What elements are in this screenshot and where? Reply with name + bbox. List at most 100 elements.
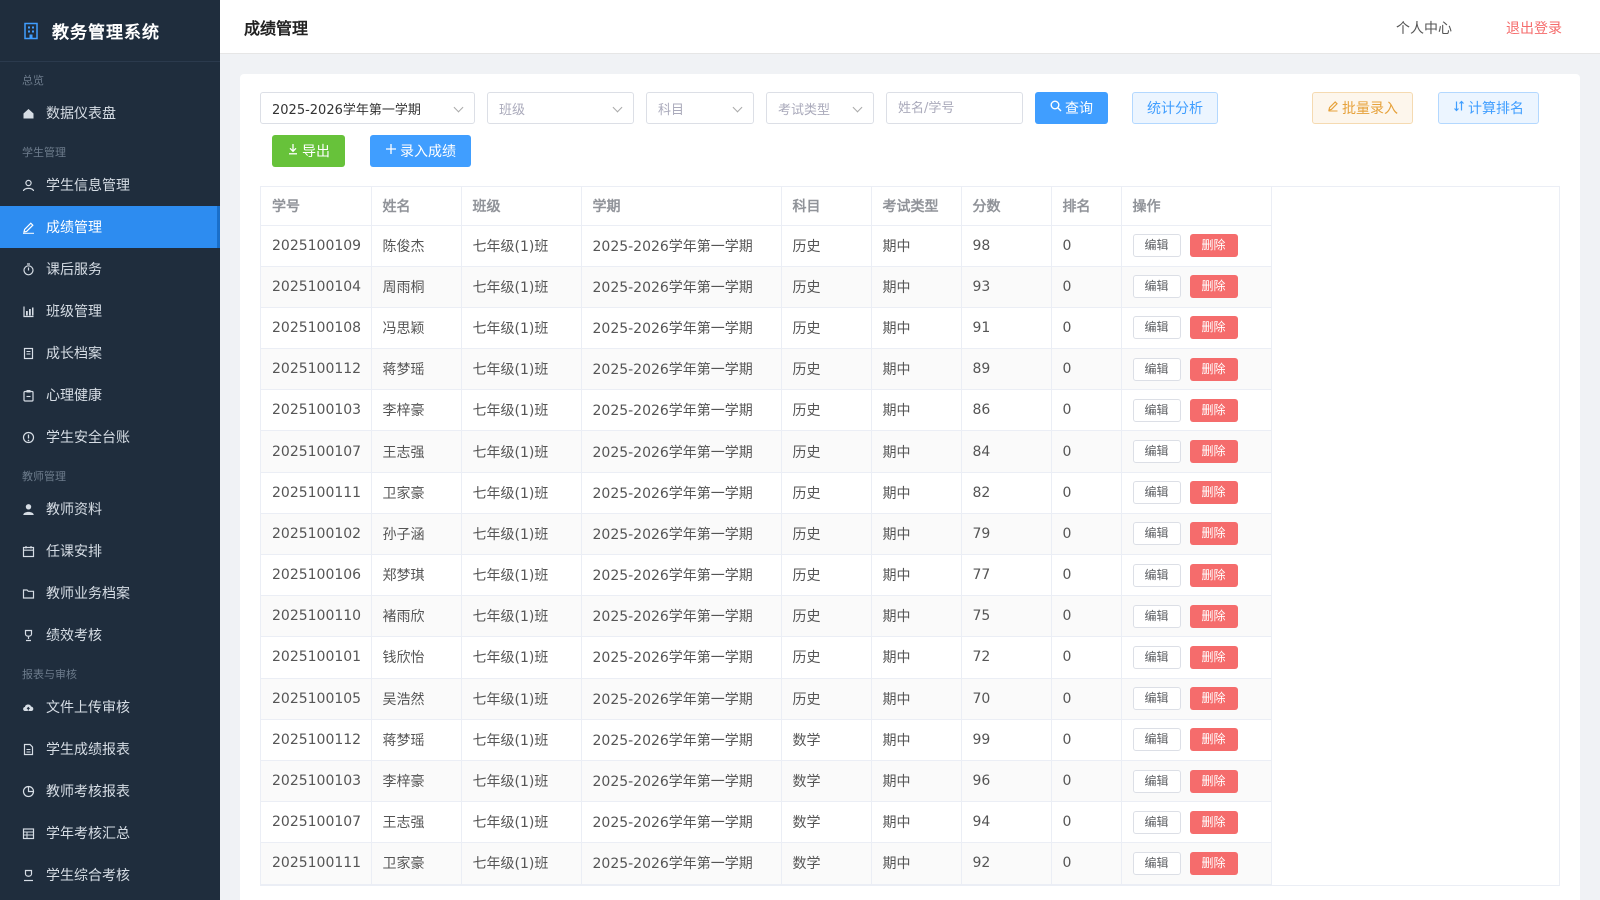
sidebar-item-9[interactable]: 任课安排 bbox=[0, 530, 220, 572]
table-cell: 2025100103 bbox=[261, 389, 372, 432]
delete-button[interactable]: 删除 bbox=[1189, 275, 1238, 299]
class-select[interactable]: 班级 bbox=[487, 92, 634, 124]
table-cell: 2025-2026学年第一学期 bbox=[581, 307, 782, 350]
export-button-label: 导出 bbox=[302, 144, 330, 160]
edit-button[interactable]: 编辑 bbox=[1132, 604, 1181, 628]
semester-select[interactable]: 2025-2026学年第一学期 bbox=[260, 92, 475, 124]
chevron-down-icon bbox=[453, 102, 464, 113]
table-cell: 七年级(1)班 bbox=[461, 348, 582, 391]
table-cell: 0 bbox=[1051, 513, 1122, 556]
trophy-icon bbox=[22, 629, 35, 642]
sidebar-item-16[interactable]: 学生综合考核 bbox=[0, 854, 220, 896]
table-cell: 0 bbox=[1051, 678, 1122, 720]
sidebar-item-10[interactable]: 教师业务档案 bbox=[0, 572, 220, 614]
delete-button[interactable]: 删除 bbox=[1189, 357, 1238, 381]
table-cell: 周雨桐 bbox=[371, 266, 462, 308]
sidebar-item-0[interactable]: 数据仪表盘 bbox=[0, 92, 220, 134]
table-cell: 期中 bbox=[871, 760, 962, 803]
sidebar-item-label: 心理健康 bbox=[46, 388, 102, 404]
table-cell: 2025-2026学年第一学期 bbox=[581, 389, 782, 432]
edit-button[interactable]: 编辑 bbox=[1132, 481, 1181, 505]
delete-button[interactable]: 删除 bbox=[1189, 440, 1238, 464]
sidebar-item-7[interactable]: 学生安全台账 bbox=[0, 416, 220, 458]
table-cell: 2025-2026学年第一学期 bbox=[581, 719, 782, 761]
document-icon bbox=[22, 743, 35, 756]
delete-button[interactable]: 删除 bbox=[1189, 316, 1238, 340]
search-input[interactable] bbox=[898, 100, 1022, 116]
edit-button[interactable]: 编辑 bbox=[1132, 728, 1181, 752]
home-icon bbox=[22, 107, 35, 120]
exam-type-select[interactable]: 考试类型 bbox=[766, 92, 874, 124]
edit-button[interactable]: 编辑 bbox=[1132, 851, 1181, 875]
delete-button[interactable]: 删除 bbox=[1189, 645, 1238, 669]
delete-button[interactable]: 删除 bbox=[1189, 563, 1238, 587]
table-cell: 0 bbox=[1051, 266, 1122, 308]
warning-icon bbox=[22, 431, 35, 444]
subject-select[interactable]: 科目 bbox=[646, 92, 754, 124]
sidebar-item-3[interactable]: 课后服务 bbox=[0, 248, 220, 290]
edit-button[interactable]: 编辑 bbox=[1132, 357, 1181, 381]
enter-score-button[interactable]: 录入成绩 bbox=[370, 135, 471, 167]
delete-button[interactable]: 删除 bbox=[1189, 851, 1238, 875]
batch-entry-button[interactable]: 批量录入 bbox=[1312, 92, 1413, 124]
delete-button[interactable]: 删除 bbox=[1189, 604, 1238, 628]
delete-button[interactable]: 删除 bbox=[1189, 481, 1238, 505]
sidebar-item-14[interactable]: 教师考核报表 bbox=[0, 770, 220, 812]
sidebar-item-4[interactable]: 班级管理 bbox=[0, 290, 220, 332]
table-cell: 2025100105 bbox=[261, 678, 372, 720]
table-cell: 2025-2026学年第一学期 bbox=[581, 472, 782, 514]
sidebar-item-13[interactable]: 学生成绩报表 bbox=[0, 728, 220, 770]
delete-button[interactable]: 删除 bbox=[1189, 810, 1238, 834]
table-cell: 2025-2026学年第一学期 bbox=[581, 595, 782, 638]
sidebar-item-11[interactable]: 绩效考核 bbox=[0, 614, 220, 656]
table-cell: 陈俊杰 bbox=[371, 225, 462, 267]
edit-button[interactable]: 编辑 bbox=[1132, 398, 1181, 422]
score-table-wrapper: 学号 姓名 班级 学期 科目 考试类型 分数 排名 操作 2025100109 陈俊杰 七年级(1)… bbox=[260, 186, 1560, 886]
table-cell: 98 bbox=[961, 225, 1052, 267]
actions-cell: 编辑 删除 bbox=[1121, 636, 1272, 679]
delete-button[interactable]: 删除 bbox=[1189, 728, 1238, 752]
delete-button[interactable]: 删除 bbox=[1189, 234, 1238, 258]
edit-button[interactable]: 编辑 bbox=[1132, 440, 1181, 464]
delete-button[interactable]: 删除 bbox=[1189, 398, 1238, 422]
table-cell: 2025100101 bbox=[261, 636, 372, 679]
table-row: 2025100103 李梓豪 七年级(1)班 2025-2026学年第一学期 历史 期中 8… bbox=[261, 389, 1272, 432]
delete-button[interactable]: 删除 bbox=[1189, 769, 1238, 793]
table-body: 2025100109 陈俊杰 七年级(1)班 2025-2026学年第一学期 历史 期中 9… bbox=[261, 225, 1272, 885]
personal-center-link[interactable]: 个人中心 bbox=[1396, 18, 1452, 38]
edit-button[interactable]: 编辑 bbox=[1132, 810, 1181, 834]
edit-button[interactable]: 编辑 bbox=[1132, 234, 1181, 258]
sidebar-item-6[interactable]: 心理健康 bbox=[0, 374, 220, 416]
edit-button[interactable]: 编辑 bbox=[1132, 769, 1181, 793]
edit-button[interactable]: 编辑 bbox=[1132, 687, 1181, 711]
edit-button[interactable]: 编辑 bbox=[1132, 316, 1181, 340]
download-icon bbox=[287, 143, 299, 159]
table-cell: 郑梦琪 bbox=[371, 554, 462, 597]
export-button[interactable]: 导出 bbox=[272, 135, 345, 167]
edit-button[interactable]: 编辑 bbox=[1132, 275, 1181, 299]
delete-button[interactable]: 删除 bbox=[1189, 687, 1238, 711]
stats-analysis-button[interactable]: 统计分析 bbox=[1132, 92, 1218, 124]
sidebar-item-5[interactable]: 成长档案 bbox=[0, 332, 220, 374]
sidebar-item-2[interactable]: 成绩管理 bbox=[0, 206, 220, 248]
sidebar-item-15[interactable]: 学年考核汇总 bbox=[0, 812, 220, 854]
table-row: 2025100103 李梓豪 七年级(1)班 2025-2026学年第一学期 数学 期中 9… bbox=[261, 760, 1272, 803]
calc-rank-button[interactable]: 计算排名 bbox=[1438, 92, 1539, 124]
table-cell: 期中 bbox=[871, 842, 962, 885]
edit-button[interactable]: 编辑 bbox=[1132, 563, 1181, 587]
sidebar-group-title: 教师管理 bbox=[22, 470, 66, 483]
query-button[interactable]: 查询 bbox=[1035, 92, 1108, 124]
sidebar-item-8[interactable]: 教师资料 bbox=[0, 488, 220, 530]
actions-cell: 编辑 删除 bbox=[1121, 554, 1272, 597]
main-card: 2025-2026学年第一学期 班级 科目 考试类型 查询 统计分析 批量录入 … bbox=[240, 74, 1580, 900]
clipboard-icon bbox=[22, 389, 35, 402]
table-cell: 李梓豪 bbox=[371, 760, 462, 803]
table-cell: 2025-2026学年第一学期 bbox=[581, 842, 782, 885]
edit-button[interactable]: 编辑 bbox=[1132, 645, 1181, 669]
edit-button[interactable]: 编辑 bbox=[1132, 522, 1181, 546]
sidebar-item-12[interactable]: 文件上传审核 bbox=[0, 686, 220, 728]
sidebar-item-1[interactable]: 学生信息管理 bbox=[0, 164, 220, 206]
logout-link[interactable]: 退出登录 bbox=[1506, 18, 1562, 38]
table-cell: 0 bbox=[1051, 430, 1122, 473]
delete-button[interactable]: 删除 bbox=[1189, 522, 1238, 546]
